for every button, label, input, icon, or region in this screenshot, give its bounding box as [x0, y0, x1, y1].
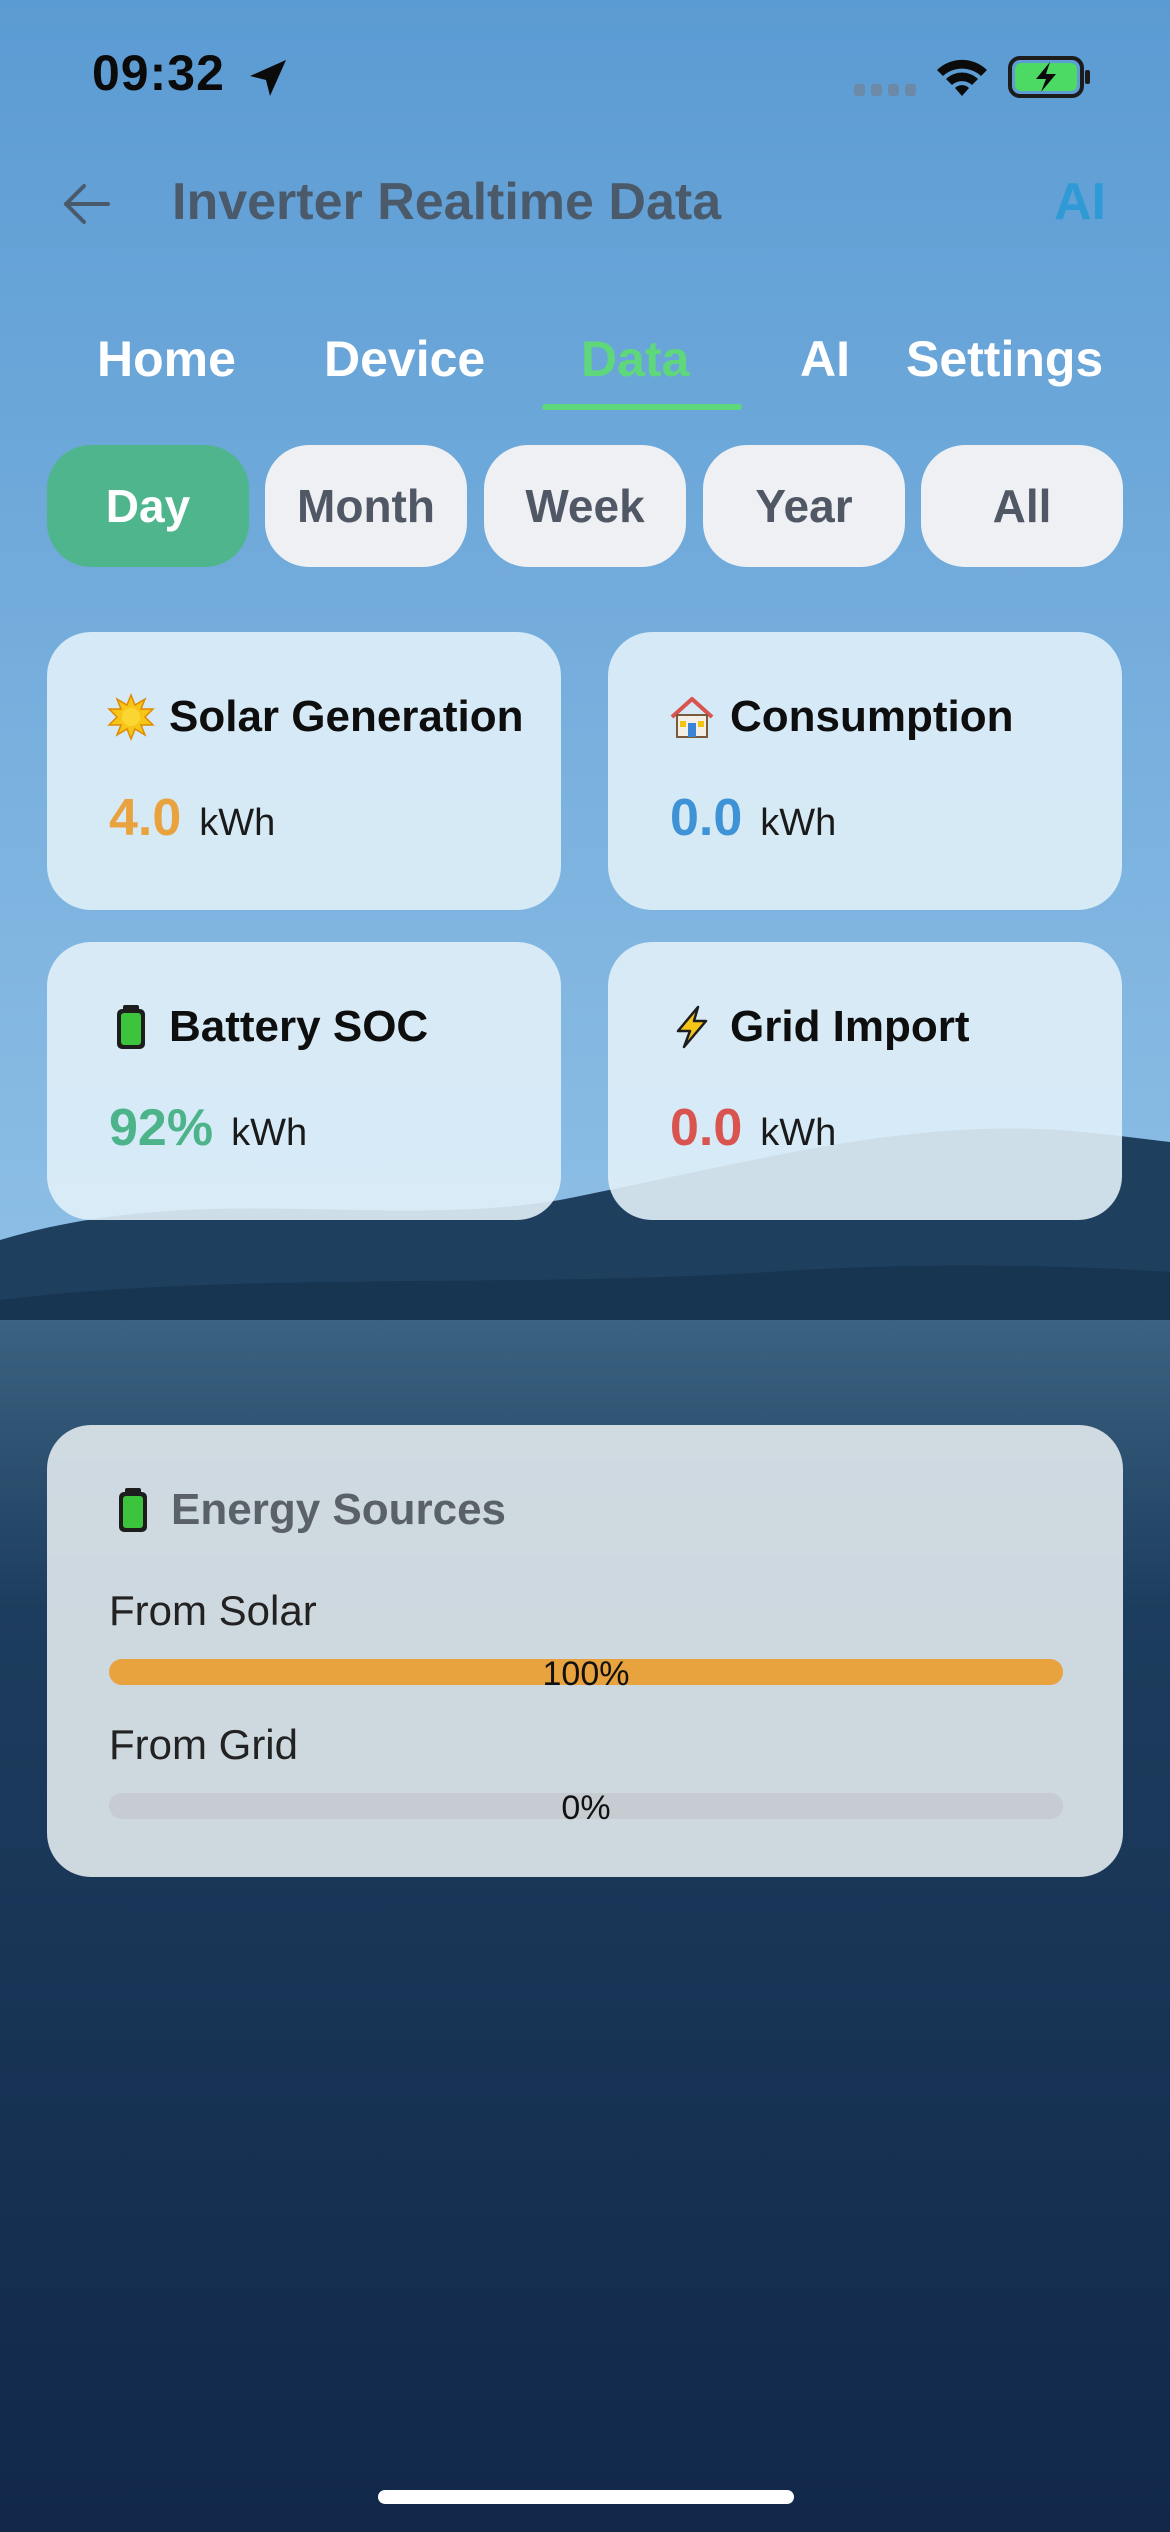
- solar-generation-value: 4.0: [109, 789, 182, 847]
- from-solar-label: From Solar: [109, 1587, 317, 1634]
- energy-sources-card: Energy Sources From Solar 100% From Grid…: [47, 1425, 1123, 1877]
- tab-settings[interactable]: Settings: [906, 330, 1103, 388]
- status-time: 09:32: [92, 45, 225, 101]
- unit-label: kWh: [199, 802, 276, 844]
- card-title: Battery SOC: [169, 1002, 429, 1051]
- battery-soc-card: Battery SOC 92% kWh: [47, 942, 561, 1220]
- sun-icon: [107, 693, 155, 741]
- period-week-button[interactable]: Week: [484, 445, 686, 567]
- from-grid-label: From Grid: [109, 1721, 298, 1768]
- consumption-value: 0.0: [670, 789, 743, 847]
- progress-percent: 0%: [561, 1789, 611, 1827]
- card-title: Solar Generation: [169, 692, 524, 741]
- battery-icon: [119, 1488, 147, 1532]
- progress-percent: 100%: [542, 1655, 630, 1693]
- from-grid-progress-bar: 0%: [109, 1789, 1063, 1827]
- tab-data[interactable]: Data: [581, 330, 689, 388]
- solar-generation-card: Solar Generation 4.0 kWh: [47, 632, 561, 910]
- period-year-button[interactable]: Year: [703, 445, 905, 567]
- unit-label: kWh: [231, 1112, 308, 1154]
- period-day-button[interactable]: Day: [47, 445, 249, 567]
- unit-label: kWh: [760, 802, 837, 844]
- card-title: Grid Import: [730, 1002, 970, 1051]
- battery-icon: [117, 1005, 145, 1049]
- wifi-icon: [937, 59, 987, 96]
- period-month-button[interactable]: Month: [265, 445, 467, 567]
- card-title: Consumption: [730, 692, 1014, 741]
- signal-icon: [854, 84, 916, 96]
- home-indicator[interactable]: [378, 2490, 794, 2504]
- grid-import-value: 0.0: [670, 1099, 743, 1157]
- period-all-button[interactable]: All: [921, 445, 1123, 567]
- location-arrow-icon: [250, 60, 286, 96]
- from-solar-progress-bar: 100%: [109, 1655, 1063, 1693]
- page-title: Inverter Realtime Data: [172, 173, 722, 231]
- house-icon: [670, 697, 714, 738]
- ai-header-link[interactable]: AI: [1054, 172, 1106, 232]
- tab-home[interactable]: Home: [97, 330, 236, 388]
- active-tab-indicator: [542, 404, 742, 410]
- tab-ai[interactable]: AI: [800, 330, 850, 388]
- consumption-card: Consumption 0.0 kWh: [608, 632, 1122, 910]
- battery-soc-value: 92%: [109, 1099, 214, 1157]
- lightning-icon: [676, 1005, 708, 1049]
- status-bar: 09:32: [0, 0, 1170, 150]
- energy-sources-title: Energy Sources: [171, 1485, 507, 1534]
- back-arrow-icon[interactable]: [58, 176, 114, 232]
- grid-import-card: Grid Import 0.0 kWh: [608, 942, 1122, 1220]
- unit-label: kWh: [760, 1112, 837, 1154]
- battery-charging-icon: [1008, 56, 1090, 98]
- tab-device[interactable]: Device: [324, 330, 485, 388]
